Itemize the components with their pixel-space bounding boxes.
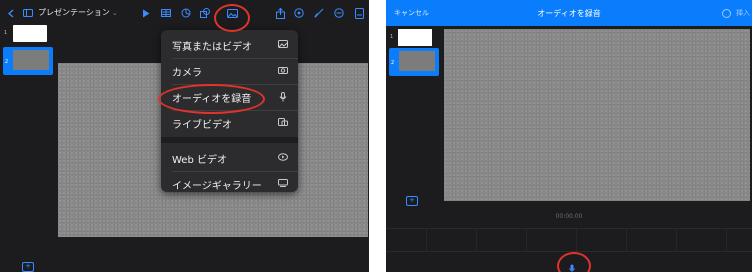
- gallery-icon: [278, 179, 288, 189]
- menu-item-label: イメージギャラリー: [172, 180, 262, 192]
- menu-item-live-video[interactable]: ライブビデオ: [161, 111, 298, 135]
- track-tick: [426, 229, 427, 251]
- annotation-circle-record-audio: [158, 84, 265, 114]
- slide-canvas: [444, 29, 750, 201]
- title-chevron-icon: ⌄: [111, 9, 118, 17]
- slide-thumbnail-2-selected[interactable]: 2: [389, 48, 439, 76]
- camera-icon: [278, 66, 288, 76]
- slide-number: 1: [390, 34, 394, 40]
- slide-thumbnail-image: [399, 51, 435, 71]
- shape-icon[interactable]: [199, 0, 211, 26]
- menu-item-label: ライブビデオ: [172, 119, 232, 131]
- record-audio-panel: キャンセル オーディオを録音 挿入 1 2 + 00:00.00: [386, 0, 752, 272]
- microphone-icon: [278, 92, 288, 102]
- slide-navigator: 1 2: [386, 26, 440, 206]
- document-title-text: プレゼンテーション: [38, 8, 110, 17]
- clock-icon: [722, 9, 731, 18]
- slide-number: 2: [391, 60, 395, 66]
- photo-icon: [278, 40, 288, 50]
- add-slide-button[interactable]: +: [22, 262, 34, 272]
- track-tick: [676, 229, 677, 251]
- brush-icon[interactable]: [313, 0, 325, 26]
- menu-item-camera[interactable]: カメラ: [161, 59, 298, 83]
- slide-thumbnail-image: [13, 50, 49, 70]
- annotation-circle-record-button: [557, 252, 591, 272]
- chart-icon[interactable]: [180, 0, 192, 26]
- recording-timecode: 00:00.00: [555, 213, 583, 220]
- record-audio-header: キャンセル オーディオを録音 挿入: [386, 0, 752, 26]
- waveform-track: [386, 228, 752, 252]
- slide-thumbnail-1[interactable]: [398, 29, 432, 46]
- slide-thumbnail-2-selected[interactable]: 2: [3, 47, 53, 75]
- menu-item-image-gallery[interactable]: イメージギャラリー: [161, 172, 298, 192]
- track-tick: [476, 229, 477, 251]
- menu-section-gap: [161, 137, 298, 143]
- menu-item-photo-video[interactable]: 写真またはビデオ: [161, 33, 298, 57]
- track-tick: [576, 229, 577, 251]
- document-icon[interactable]: [353, 0, 365, 26]
- record-audio-title: オーディオを録音: [537, 9, 601, 18]
- table-icon[interactable]: [160, 0, 172, 26]
- annotation-circle-media-button: [214, 4, 250, 32]
- track-tick: [626, 229, 627, 251]
- document-title[interactable]: プレゼンテーション ⌄: [38, 7, 118, 18]
- insert-button[interactable]: 挿入: [736, 8, 750, 18]
- slide-thumbnail-1[interactable]: [13, 25, 47, 42]
- slide-number: 2: [5, 59, 9, 65]
- menu-item-label: カメラ: [172, 67, 202, 79]
- web-video-icon: [278, 153, 288, 163]
- more-icon[interactable]: [333, 0, 345, 26]
- live-video-icon: [278, 118, 288, 128]
- keynote-editor-panel: プレゼンテーション ⌄ 1 2 + 写真またはビデオ カメラ オーディオを録音 …: [0, 0, 369, 272]
- menu-item-web-video[interactable]: Web ビデオ: [161, 146, 298, 170]
- menu-item-label: Web ビデオ: [172, 154, 227, 166]
- comment-icon[interactable]: [293, 0, 305, 26]
- add-slide-button[interactable]: +: [406, 196, 418, 206]
- menu-item-label: 写真またはビデオ: [172, 41, 252, 53]
- slide-number: 1: [4, 30, 8, 36]
- play-icon[interactable]: [140, 0, 152, 26]
- slide-navigator: 1 2: [0, 20, 54, 272]
- track-tick: [526, 229, 527, 251]
- top-toolbar: プレゼンテーション ⌄: [0, 0, 369, 26]
- share-icon[interactable]: [274, 0, 286, 26]
- track-tick: [726, 229, 727, 251]
